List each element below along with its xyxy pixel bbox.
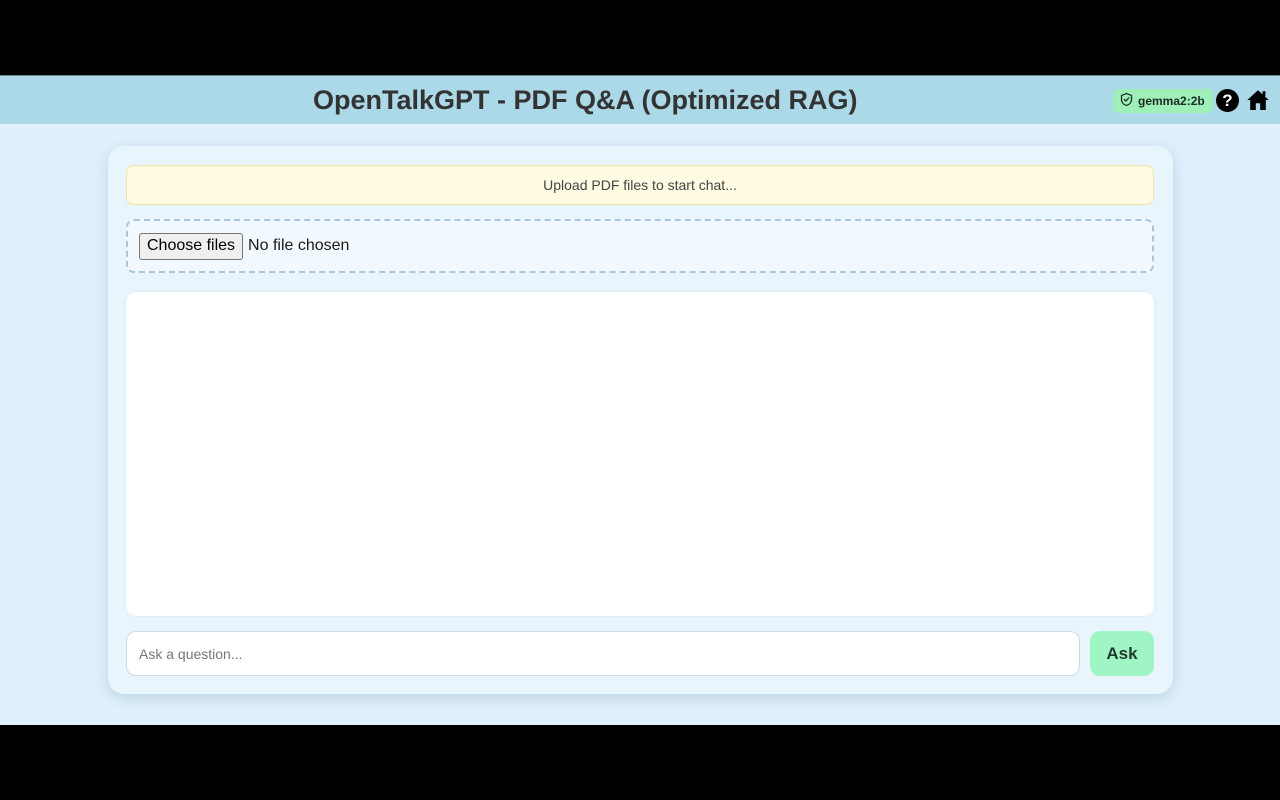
letterbox-bottom [0,725,1280,800]
home-button[interactable] [1246,88,1270,112]
model-badge: gemma2:2b [1113,89,1213,113]
file-status-text: No file chosen [248,237,350,254]
model-name: gemma2:2b [1138,94,1205,108]
ask-button[interactable]: Ask [1090,631,1154,676]
pdf-chat-card: Upload PDF files to start chat... Choose… [108,146,1173,694]
home-icon [1246,88,1270,112]
letterbox-top [0,0,1280,75]
question-icon: ? [1222,90,1233,110]
page-title: OpenTalkGPT - PDF Q&A (Optimized RAG) [313,85,858,115]
shield-check-icon [1119,92,1134,110]
pdf-upload-zone[interactable]: Choose files No file chosen [126,219,1154,273]
help-button[interactable]: ? [1216,89,1239,112]
choose-files-button[interactable]: Choose files [139,232,244,260]
app-header: OpenTalkGPT - PDF Q&A (Optimized RAG) ge… [0,75,1280,124]
question-input[interactable] [126,631,1080,676]
chat-messages-area[interactable] [126,292,1154,616]
app-window: OpenTalkGPT - PDF Q&A (Optimized RAG) ge… [0,75,1280,725]
status-banner: Upload PDF files to start chat... [126,165,1154,205]
